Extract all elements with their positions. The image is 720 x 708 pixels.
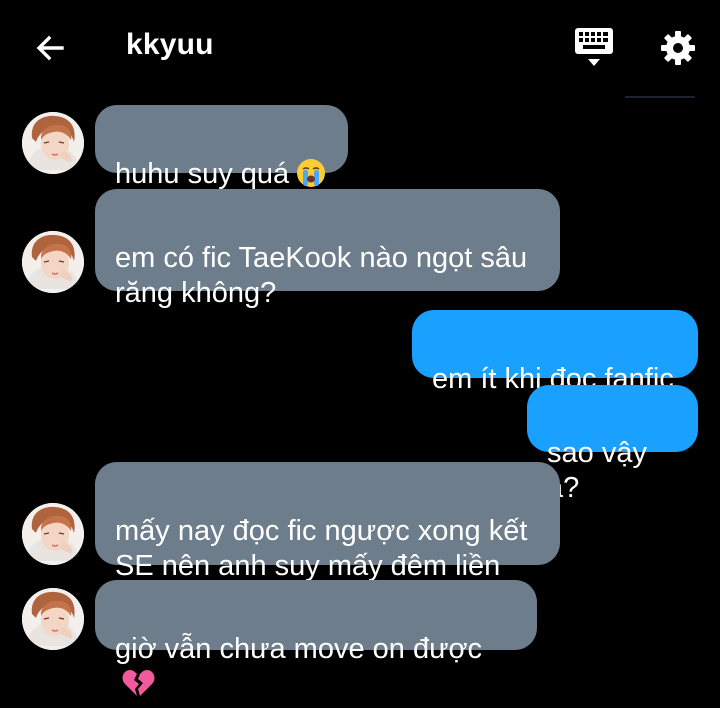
avatar[interactable] bbox=[22, 588, 84, 650]
message-text: giờ vẫn chưa move on được bbox=[115, 633, 483, 665]
message-bubble: sao vậy ạ? bbox=[527, 385, 698, 504]
settings-button[interactable] bbox=[656, 26, 700, 70]
avatar[interactable] bbox=[22, 112, 84, 174]
avatar[interactable] bbox=[22, 231, 84, 293]
broken-heart-emoji-icon bbox=[121, 667, 155, 708]
message-bubble: em ít khi đọc fanfic bbox=[412, 310, 698, 395]
message-text: huhu suy quá bbox=[115, 158, 290, 190]
arrow-left-icon bbox=[36, 35, 64, 61]
chat-title: kkyuu bbox=[126, 28, 214, 61]
message-text: sao vậy ạ? bbox=[547, 437, 647, 504]
message-bubble: giờ vẫn chưa move on được bbox=[95, 580, 537, 696]
message-bubble: em có fic TaeKook nào ngọt sâu răng khôn… bbox=[95, 189, 560, 309]
keyboard-icon bbox=[575, 28, 613, 66]
message-text: mấy nay đọc fic ngược xong kết SE nên an… bbox=[115, 515, 528, 582]
gear-icon bbox=[661, 31, 695, 65]
header-divider bbox=[625, 96, 695, 98]
message-bubble: mấy nay đọc fic ngược xong kết SE nên an… bbox=[95, 462, 560, 582]
keyboard-button[interactable] bbox=[570, 26, 618, 70]
message-text: em có fic TaeKook nào ngọt sâu răng khôn… bbox=[115, 242, 528, 309]
app-header: kkyuu bbox=[0, 0, 720, 96]
back-button[interactable] bbox=[28, 26, 72, 70]
avatar[interactable] bbox=[22, 503, 84, 565]
message-bubble: huhu suy quá bbox=[95, 105, 348, 190]
